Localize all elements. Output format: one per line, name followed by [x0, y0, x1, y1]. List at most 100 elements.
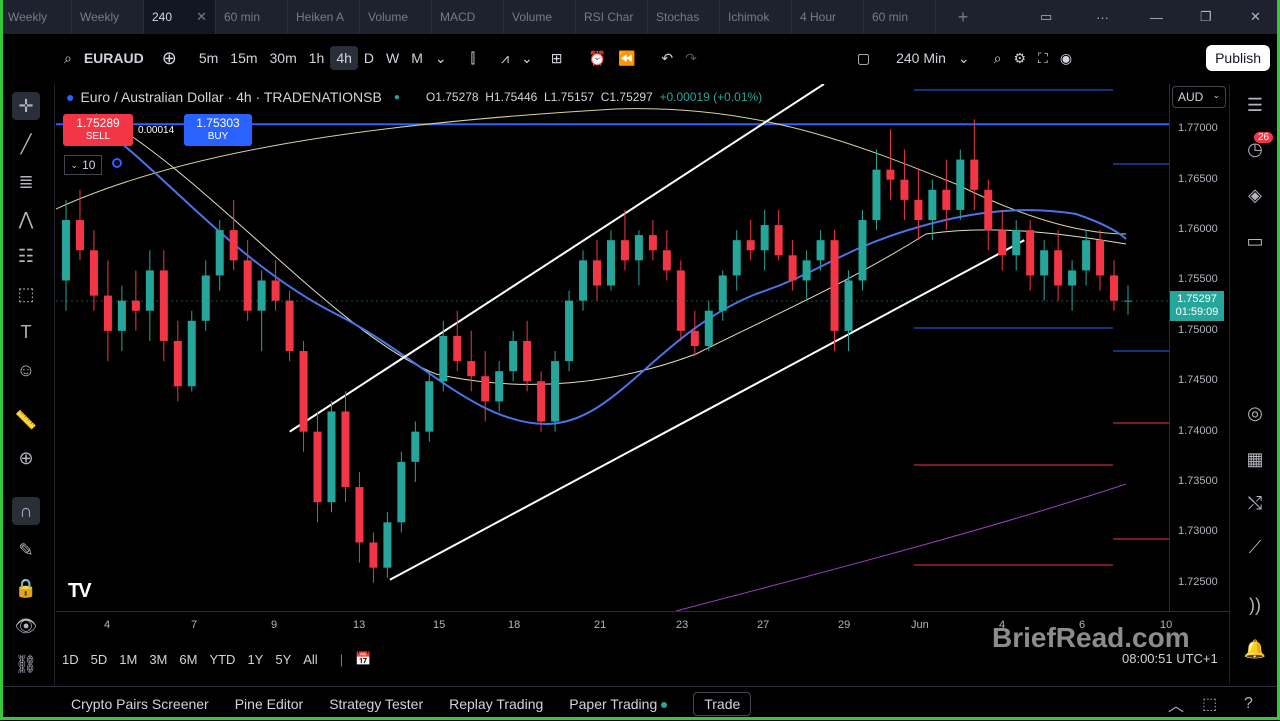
range-5D[interactable]: 5D: [91, 652, 108, 667]
chart-canvas[interactable]: [56, 84, 1169, 611]
price-axis[interactable]: 1.77000 1.76500 1.76000 1.75500 1.75000 1.745…: [1169, 84, 1231, 611]
zoom-in-icon[interactable]: ⊕: [12, 444, 40, 472]
tab-1[interactable]: Weekly: [72, 0, 144, 34]
publish-button[interactable]: Publish: [1206, 45, 1270, 71]
tab-5[interactable]: Volume: [360, 0, 432, 34]
layout-icon[interactable]: ▭: [1040, 0, 1052, 34]
templates-grid-icon[interactable]: ⊞: [545, 46, 569, 71]
interval-1h[interactable]: 1h: [303, 46, 331, 70]
ideas-icon[interactable]: ⤭: [1242, 490, 1268, 516]
range-6M[interactable]: 6M: [179, 652, 197, 667]
crosshair-icon[interactable]: ✛: [12, 92, 40, 120]
utc-clock[interactable]: 08:00:51 UTC+1: [1122, 651, 1218, 666]
maximize-panel-icon[interactable]: ⬚: [1202, 694, 1217, 714]
close-tab-icon[interactable]: ✕: [196, 9, 207, 25]
tab-9[interactable]: Stochas: [648, 0, 720, 34]
eye-icon[interactable]: 👁: [12, 612, 40, 640]
camera-icon[interactable]: ◉: [1054, 46, 1078, 71]
alert-icon[interactable]: ⏰: [583, 46, 612, 71]
redo-icon[interactable]: ↷: [679, 46, 703, 71]
tab-6[interactable]: MACD: [432, 0, 504, 34]
interval-W[interactable]: W: [380, 46, 405, 70]
buy-button[interactable]: 1.75303 BUY: [184, 114, 252, 146]
interval-D[interactable]: D: [358, 46, 380, 70]
interval-4h[interactable]: 4h: [330, 46, 358, 70]
tab-3[interactable]: 60 min: [216, 0, 288, 34]
fullscreen-icon[interactable]: ⛶: [1032, 46, 1054, 71]
range-All[interactable]: All: [303, 652, 317, 667]
quick-search-icon[interactable]: ⌕: [988, 46, 1008, 71]
range-YTD[interactable]: YTD: [209, 652, 235, 667]
interval-15m[interactable]: 15m: [224, 46, 263, 70]
fib-icon[interactable]: ≣: [12, 168, 40, 196]
lock-icon[interactable]: 🔒: [12, 574, 40, 602]
settings-gear-icon[interactable]: ⚙: [1007, 46, 1032, 71]
goto-date-icon[interactable]: 📅: [355, 651, 371, 667]
quantity-chevron-icon[interactable]: ⌄: [71, 160, 79, 171]
candle-type-icon[interactable]: ⫿: [465, 46, 481, 71]
bottom-tab-5[interactable]: Trade: [693, 692, 752, 716]
range-1M[interactable]: 1M: [119, 652, 137, 667]
undo-icon[interactable]: ↶: [655, 46, 679, 71]
tab-10[interactable]: Ichimok: [720, 0, 792, 34]
chart-pane[interactable]: [56, 84, 1169, 611]
range-1D[interactable]: 1D: [62, 652, 79, 667]
bottom-tab-0[interactable]: Crypto Pairs Screener: [71, 696, 209, 712]
minimize-icon[interactable]: —: [1150, 0, 1163, 34]
tab-11[interactable]: 4 Hour: [792, 0, 864, 34]
tab-2[interactable]: 240 ✕: [144, 0, 216, 34]
help-icon[interactable]: ?: [1244, 695, 1253, 713]
indicators-chevron-icon[interactable]: ⌄: [515, 46, 539, 71]
indicators-icon[interactable]: ⩘: [495, 46, 515, 71]
notifications-icon[interactable]: 🔔: [1242, 636, 1268, 662]
new-tab-plus-icon[interactable]: +: [948, 7, 978, 28]
sell-button[interactable]: 1.75289 SELL: [63, 114, 133, 146]
magnet-icon[interactable]: ∩: [12, 497, 40, 525]
target-icon[interactable]: ◎: [1242, 400, 1268, 426]
text-icon[interactable]: T: [12, 318, 40, 346]
search-icon[interactable]: ⌕: [58, 46, 78, 71]
layout-chevron-icon[interactable]: ⌄: [952, 46, 976, 71]
stay-drawing-icon[interactable]: ✎: [12, 536, 40, 564]
restore-icon[interactable]: ❐: [1200, 0, 1212, 34]
bottom-tab-3[interactable]: Replay Trading: [449, 696, 543, 712]
tab-7[interactable]: Volume: [504, 0, 576, 34]
layout-name[interactable]: 240 Min: [890, 46, 952, 70]
more-icon[interactable]: ···: [1096, 0, 1109, 34]
trend-line-icon[interactable]: ╱: [12, 130, 40, 158]
interval-5m[interactable]: 5m: [193, 46, 224, 70]
layout-square-icon[interactable]: ▢: [851, 46, 876, 71]
interval-30m[interactable]: 30m: [264, 46, 303, 70]
bottom-tab-2[interactable]: Strategy Tester: [329, 696, 423, 712]
range-3M[interactable]: 3M: [149, 652, 167, 667]
tab-8[interactable]: RSI Char: [576, 0, 648, 34]
tradingview-logo: TV: [68, 580, 92, 602]
pine-icon[interactable]: ⟋: [1242, 534, 1268, 560]
tab-4[interactable]: Heiken A: [288, 0, 360, 34]
link-icon[interactable]: ⛓: [12, 650, 40, 678]
watchlist-icon[interactable]: ☰: [1242, 92, 1268, 118]
bottom-tab-1[interactable]: Pine Editor: [235, 696, 303, 712]
range-5Y[interactable]: 5Y: [275, 652, 291, 667]
collapse-chevron-up-icon[interactable]: ︿: [1168, 692, 1184, 716]
tab-12[interactable]: 60 min: [864, 0, 936, 34]
tab-0[interactable]: Weekly: [0, 0, 72, 34]
replay-icon[interactable]: ⏪: [612, 46, 641, 71]
bottom-tab-4[interactable]: Paper Trading: [569, 696, 668, 712]
chat-icon[interactable]: ▭: [1242, 228, 1268, 254]
forecast-icon[interactable]: ☷: [12, 242, 40, 270]
pattern-icon[interactable]: ⋀: [12, 205, 40, 233]
quantity-stepper[interactable]: ⌄ 10: [64, 155, 102, 175]
interval-dropdown-chevron-icon[interactable]: ⌄: [429, 46, 453, 71]
range-1Y[interactable]: 1Y: [247, 652, 263, 667]
emoji-icon[interactable]: ☺: [12, 356, 40, 384]
layers-icon[interactable]: ◈: [1242, 182, 1268, 208]
brush-icon[interactable]: ⬚: [12, 280, 40, 308]
calendar-icon[interactable]: ▦: [1242, 446, 1268, 472]
ruler-icon[interactable]: 📏: [12, 406, 40, 434]
close-window-icon[interactable]: ✕: [1250, 0, 1261, 34]
symbol-search[interactable]: EURAUD: [84, 50, 144, 66]
compare-plus-icon[interactable]: ⊕: [156, 44, 183, 73]
streams-icon[interactable]: )): [1242, 592, 1268, 618]
interval-M[interactable]: M: [405, 46, 429, 70]
